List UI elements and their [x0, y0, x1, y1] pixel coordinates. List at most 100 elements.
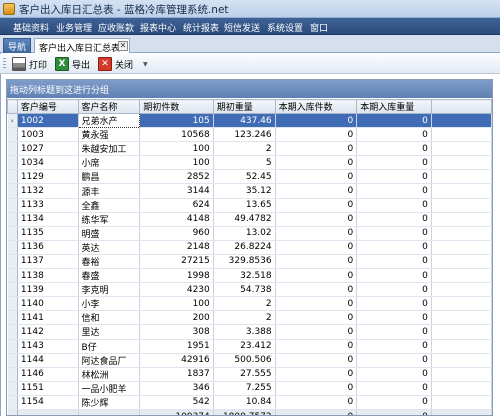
menu-statistics[interactable]: 统计报表: [183, 21, 219, 34]
cell-period-in-weight[interactable]: 0: [356, 296, 432, 312]
cell-customer-name[interactable]: 鹏昌: [78, 169, 141, 185]
menu-settings[interactable]: 系统设置: [267, 21, 303, 34]
cell-period-in-count[interactable]: 0: [275, 183, 358, 199]
cell-opening-count[interactable]: 100: [139, 141, 214, 157]
cell-customer-code[interactable]: 1144: [17, 353, 79, 368]
cell-opening-count[interactable]: 3144: [139, 183, 214, 199]
cell-opening-count[interactable]: 2148: [139, 240, 214, 255]
cell-period-in-weight[interactable]: 0: [356, 127, 432, 143]
cell-period-in-weight[interactable]: 0: [356, 155, 432, 171]
cell-opening-count[interactable]: 1837: [139, 367, 214, 382]
row-indicator[interactable]: [7, 367, 18, 382]
cell-period-in-weight[interactable]: 0: [356, 395, 432, 410]
cell-opening-weight[interactable]: 7.255: [213, 381, 276, 396]
cell-opening-count[interactable]: 200: [139, 310, 214, 326]
table-row[interactable]: 1136 英达 2148 26.8224 0 0: [7, 240, 492, 255]
menu-business[interactable]: 业务管理: [56, 21, 92, 34]
row-indicator[interactable]: [7, 282, 18, 298]
cell-customer-code[interactable]: 1137: [17, 254, 79, 270]
table-row[interactable]: 1151 一品小肥羊 346 7.255 0 0: [7, 381, 492, 396]
row-indicator[interactable]: [7, 324, 18, 340]
cell-customer-name[interactable]: 英达: [78, 240, 141, 255]
cell-period-in-weight[interactable]: 0: [356, 339, 432, 354]
cell-customer-name[interactable]: 练华军: [78, 212, 141, 227]
group-by-panel[interactable]: 拖动列标题到这进行分组: [7, 80, 492, 98]
cell-opening-weight[interactable]: 32.518: [213, 268, 276, 284]
cell-period-in-weight[interactable]: 0: [356, 198, 432, 213]
cell-opening-weight[interactable]: 49.4782: [213, 212, 276, 227]
cell-opening-weight[interactable]: 5: [213, 155, 276, 171]
row-indicator[interactable]: [7, 395, 18, 410]
col-header-period-in-count[interactable]: 本期入库件数: [274, 99, 358, 114]
cell-period-in-weight[interactable]: 0: [356, 353, 432, 368]
cell-customer-code[interactable]: 1132: [17, 183, 79, 199]
cell-period-in-count[interactable]: 0: [275, 212, 358, 227]
cell-period-in-count[interactable]: 0: [275, 324, 358, 340]
cell-opening-count[interactable]: 542: [139, 395, 214, 410]
cell-period-in-count[interactable]: 0: [275, 310, 358, 326]
cell-period-in-weight[interactable]: 0: [356, 226, 432, 241]
tab-customer-daily-summary[interactable]: 客户出入库日汇总表 ✕: [34, 38, 130, 54]
menu-basic-data[interactable]: 基础资料: [13, 21, 49, 34]
table-row[interactable]: 1129 鹏昌 2852 52.45 0 0: [7, 169, 492, 185]
print-button[interactable]: 打印: [12, 56, 52, 72]
row-indicator[interactable]: [7, 310, 18, 326]
cell-opening-weight[interactable]: 13.65: [213, 198, 276, 213]
table-row[interactable]: 1140 小李 100 2 0 0: [7, 296, 492, 312]
table-row[interactable]: 1138 春盛 1998 32.518 0 0: [7, 268, 492, 284]
table-row[interactable]: 1135 明盛 960 13.02 0 0: [7, 226, 492, 241]
cell-opening-count[interactable]: 27215: [139, 254, 214, 270]
cell-period-in-weight[interactable]: 0: [356, 367, 432, 382]
cell-customer-name[interactable]: 春盛: [78, 268, 141, 284]
row-indicator[interactable]: [7, 268, 18, 284]
cell-customer-name[interactable]: 陈少辉: [78, 395, 141, 410]
cell-opening-count[interactable]: 42916: [139, 353, 214, 368]
row-indicator[interactable]: ›: [7, 113, 18, 129]
cell-opening-weight[interactable]: 500.506: [213, 353, 276, 368]
cell-period-in-count[interactable]: 0: [275, 339, 358, 354]
row-indicator[interactable]: [7, 254, 18, 270]
cell-period-in-weight[interactable]: 0: [356, 212, 432, 227]
row-indicator[interactable]: [7, 183, 18, 199]
tab-navigation[interactable]: 导航: [3, 38, 31, 53]
cell-period-in-weight[interactable]: 0: [356, 268, 432, 284]
cell-opening-weight[interactable]: 54.738: [213, 282, 276, 298]
col-header-opening-weight[interactable]: 期初重量: [212, 99, 276, 114]
cell-opening-weight[interactable]: 437.46: [213, 113, 276, 129]
table-row[interactable]: 1144 阿达食品厂 42916 500.506 0 0: [7, 353, 492, 368]
cell-opening-weight[interactable]: 2: [213, 141, 276, 157]
cell-customer-name[interactable]: 全鑫: [78, 198, 141, 213]
cell-customer-code[interactable]: 1146: [17, 367, 79, 382]
cell-opening-weight[interactable]: 23.412: [213, 339, 276, 354]
cell-customer-code[interactable]: 1141: [17, 310, 79, 326]
table-row[interactable]: 1146 林松洲 1837 27.555 0 0: [7, 367, 492, 382]
cell-period-in-weight[interactable]: 0: [356, 169, 432, 185]
cell-opening-weight[interactable]: 35.12: [213, 183, 276, 199]
cell-customer-code[interactable]: 1134: [17, 212, 79, 227]
cell-opening-count[interactable]: 4148: [139, 212, 214, 227]
menu-sms[interactable]: 短信发送: [224, 21, 260, 34]
cell-period-in-weight[interactable]: 0: [356, 324, 432, 340]
cell-customer-name[interactable]: B仔: [78, 339, 141, 354]
cell-opening-weight[interactable]: 3.388: [213, 324, 276, 340]
cell-customer-code[interactable]: 1034: [17, 155, 79, 171]
cell-opening-count[interactable]: 100: [139, 296, 214, 312]
cell-customer-code[interactable]: 1133: [17, 198, 79, 213]
row-indicator[interactable]: [7, 141, 18, 157]
cell-customer-name[interactable]: 信和: [78, 310, 141, 326]
cell-customer-name[interactable]: 一品小肥羊: [78, 381, 141, 396]
cell-customer-code[interactable]: 1136: [17, 240, 79, 255]
table-row[interactable]: 1141 信和 200 2 0 0: [7, 310, 492, 326]
cell-period-in-count[interactable]: 0: [275, 155, 358, 171]
cell-opening-weight[interactable]: 123.246: [213, 127, 276, 143]
cell-period-in-count[interactable]: 0: [275, 395, 358, 410]
table-row[interactable]: 1133 全鑫 624 13.65 0 0: [7, 198, 492, 213]
cell-customer-name[interactable]: 黄永强: [78, 127, 141, 143]
cell-opening-weight[interactable]: 52.45: [213, 169, 276, 185]
cell-customer-code[interactable]: 1027: [17, 141, 79, 157]
menu-window[interactable]: 窗口: [310, 21, 328, 34]
cell-customer-name[interactable]: 源丰: [78, 183, 141, 199]
row-indicator[interactable]: [7, 339, 18, 354]
cell-opening-weight[interactable]: 10.84: [213, 395, 276, 410]
table-row[interactable]: 1034 小席 100 5 0 0: [7, 155, 492, 171]
